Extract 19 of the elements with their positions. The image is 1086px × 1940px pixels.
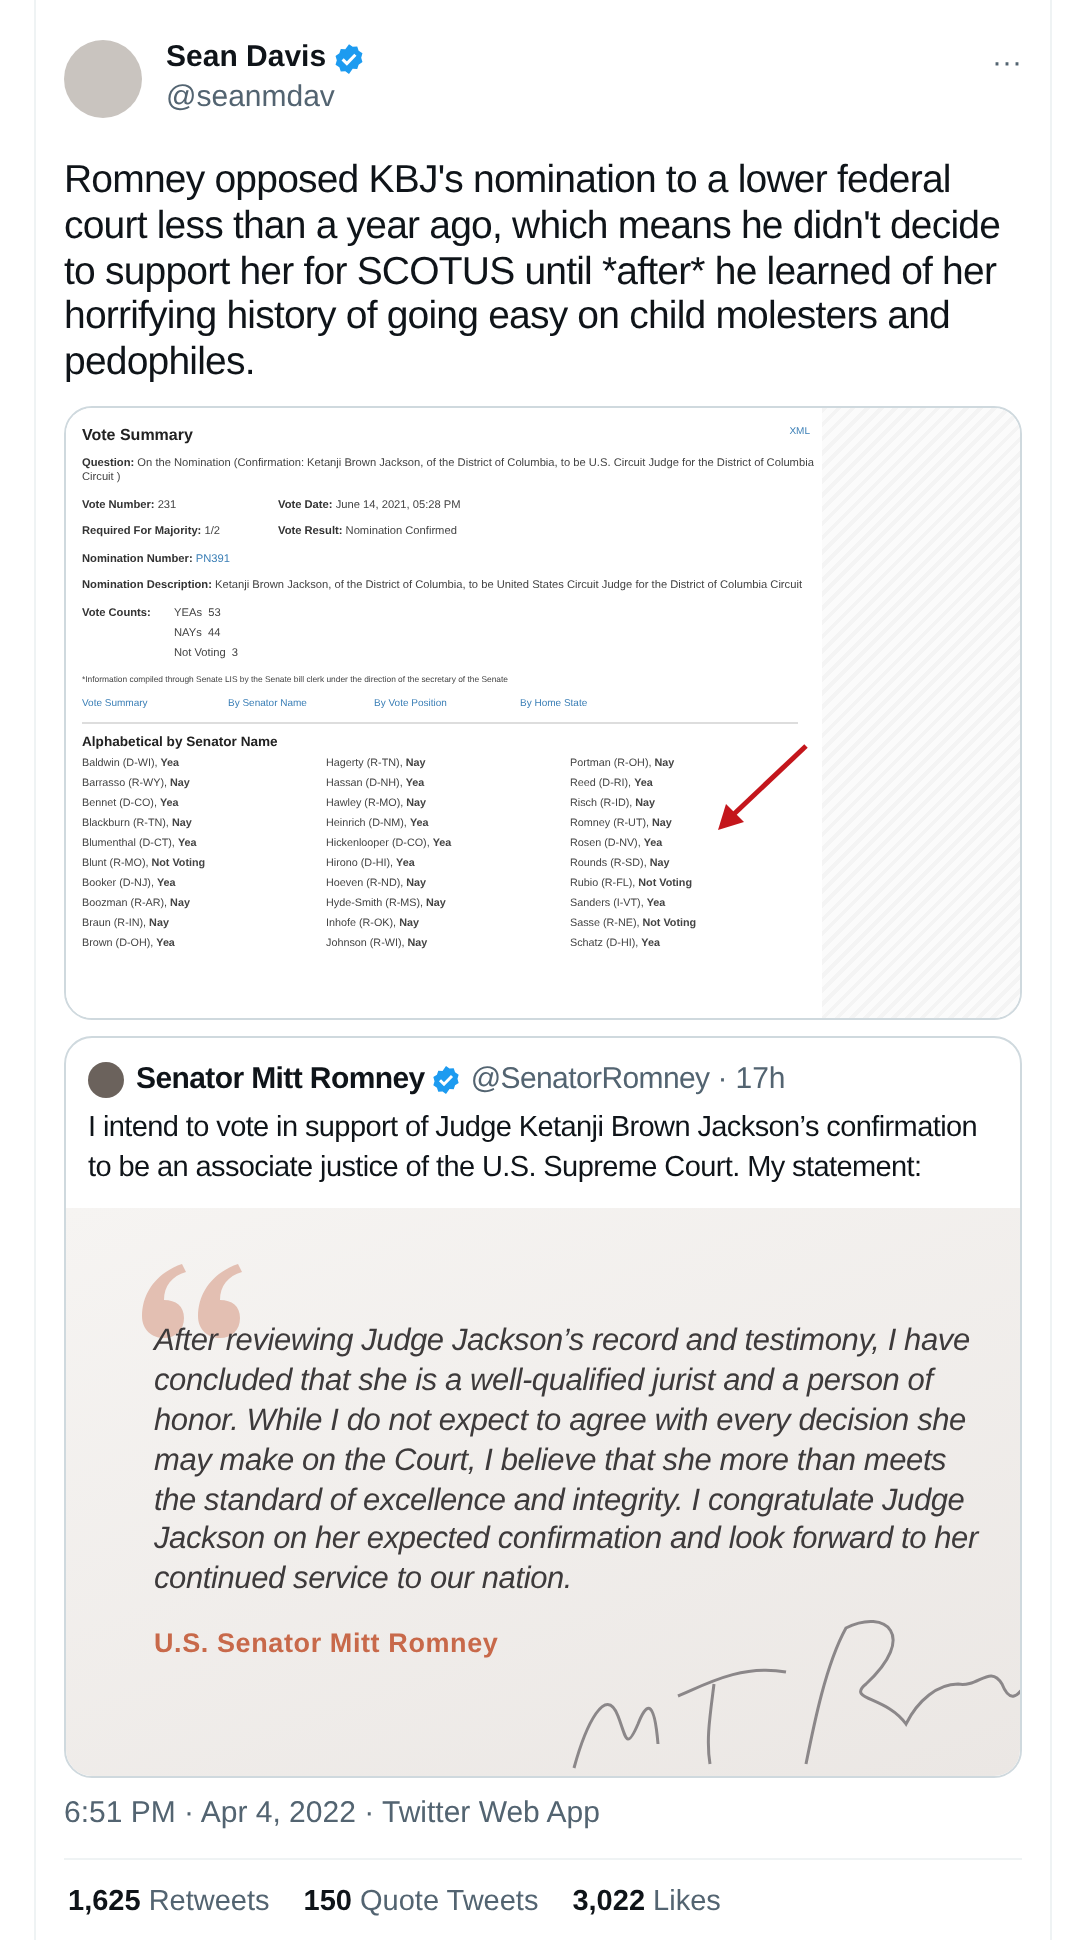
author-name[interactable]: Senator Mitt Romney bbox=[136, 1060, 425, 1101]
quoted-tweet-text: I intend to vote in support of Judge Ketanji Brown Jackson’s confirmation to be an associate justice of the U.S. Supreme Court. My statement: bbox=[86, 1110, 980, 1189]
more-button[interactable]: ··· bbox=[992, 54, 1022, 74]
tweet-timestamp: 6:51 PM · Apr 4, 2022 · Twitter Web App bbox=[64, 1794, 602, 1835]
stat-link[interactable]: 1,625 Retweets bbox=[68, 1882, 270, 1926]
document-title: Vote Summary bbox=[82, 425, 193, 446]
stat-link[interactable]: 150 Quote Tweets bbox=[303, 1882, 539, 1926]
stat-link[interactable]: 3,022 Likes bbox=[572, 1882, 721, 1926]
avatar[interactable] bbox=[88, 1062, 124, 1099]
statement-text: After reviewing Judge Jackson’s record and testimony, I have concluded that she is a well-qualified jurist and a person of honor. While I do not expect to agree with every decision she may make on the Court, I believe that she more than meets the standard of excellence and integrity. I congratulate Judge Jackson on her expected confirmation and look forward to her continued service to our nation. bbox=[154, 1322, 982, 1601]
separator-dot: · bbox=[717, 1059, 728, 1100]
author-handle[interactable]: @seanmdav bbox=[166, 78, 367, 118]
post-time: 17h bbox=[735, 1059, 786, 1100]
quoted-tweet-card[interactable] bbox=[64, 1035, 1022, 1779]
signature-label: U.S. Senator Mitt Romney bbox=[154, 1626, 499, 1663]
author-handle[interactable]: @SenatorRomney bbox=[470, 1057, 710, 1103]
tweet-text: Romney opposed KBJ's nomination to a lower federal court less than a year ago, which means he didn't decide to support her for SCOTUS until *after* he learned of her horrifying history of going easy on child molesters and pedophiles. bbox=[64, 158, 1003, 386]
arrow-icon bbox=[714, 741, 810, 834]
author-name[interactable]: Sean Davis bbox=[166, 38, 327, 78]
